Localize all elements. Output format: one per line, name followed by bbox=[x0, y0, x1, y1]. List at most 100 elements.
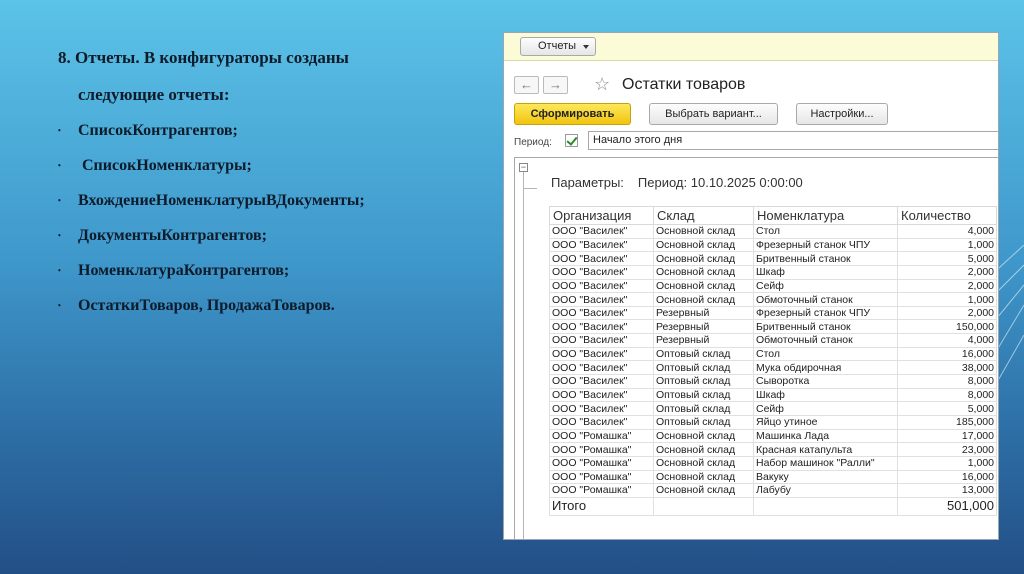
table-cell: Основной склад bbox=[653, 251, 754, 266]
list-item: ДокументыКонтрагентов; bbox=[58, 218, 478, 253]
table-body: ООО "Василек" Основной склад Стол 4,000 ООО … bbox=[549, 224, 997, 498]
table-row[interactable]: ООО "Ромашка" Основной склад Набор машинок… bbox=[549, 455, 997, 471]
table-cell: ООО "Василек" bbox=[549, 414, 654, 430]
table-cell bbox=[753, 496, 898, 516]
table-cell: 23,000 bbox=[897, 442, 997, 457]
table-row[interactable]: ООО "Василек" Основной склад Фрезерный ста… bbox=[549, 237, 997, 253]
table-cell: Фрезерный станок ЧПУ bbox=[753, 237, 898, 253]
table-cell: Вакуку bbox=[753, 469, 898, 485]
star-icon[interactable]: ☆ bbox=[594, 74, 610, 95]
table-cell: ООО "Василек" bbox=[549, 264, 654, 280]
report-area: − Параметры: Период: 10.10.2025 0:00:00 О… bbox=[514, 157, 998, 539]
generate-button[interactable]: Сформировать bbox=[514, 103, 631, 125]
table-cell: Красная катапульта bbox=[753, 442, 898, 457]
period-label: Период: bbox=[514, 137, 552, 148]
table-cell: ООО "Василек" bbox=[549, 401, 654, 416]
table-row[interactable]: ООО "Василек" Резервный Обмоточный станок 4… bbox=[549, 333, 997, 348]
report-window: Отчеты ← → ☆ Остатки товаров Сформироват… bbox=[503, 32, 999, 540]
table-cell: Основной склад bbox=[653, 483, 754, 498]
group-tick bbox=[523, 188, 537, 189]
table-row[interactable]: ООО "Василек" Основной склад Обмоточный ст… bbox=[549, 292, 997, 307]
table-cell: Резервный bbox=[653, 333, 754, 348]
table-cell: 5,000 bbox=[897, 401, 997, 416]
table-cell: 4,000 bbox=[897, 224, 997, 239]
table-cell: ООО "Василек" bbox=[549, 292, 654, 307]
table-row[interactable]: ООО "Ромашка" Основной склад Вакуку 16,000 bbox=[549, 469, 997, 485]
table-cell: Основной склад bbox=[653, 278, 754, 294]
table-row[interactable]: ООО "Василек" Резервный Фрезерный станок Ч… bbox=[549, 305, 997, 321]
table-row[interactable]: ООО "Василек" Основной склад Шкаф 2,000 bbox=[549, 264, 997, 280]
table-row[interactable]: ООО "Василек" Оптовый склад Мука обдирочна… bbox=[549, 360, 997, 376]
table-cell: Основной склад bbox=[653, 455, 754, 471]
table-row[interactable]: ООО "Ромашка" Основной склад Машинка Лада 1… bbox=[549, 428, 997, 444]
table-cell: 2,000 bbox=[897, 264, 997, 280]
report-parameters: Параметры: Период: 10.10.2025 0:00:00 bbox=[551, 175, 803, 190]
table-cell: Сейф bbox=[753, 278, 898, 294]
table-cell: 5,000 bbox=[897, 251, 997, 266]
table-cell: 8,000 bbox=[897, 374, 997, 389]
table-row[interactable]: ООО "Василек" Основной склад Стол 4,000 bbox=[549, 224, 997, 239]
table-cell: Стол bbox=[753, 224, 898, 239]
table-cell: ООО "Ромашка" bbox=[549, 442, 654, 457]
table-cell: Мука обдирочная bbox=[753, 360, 898, 376]
table-row[interactable]: ООО "Василек" Оптовый склад Сейф 5,000 bbox=[549, 401, 997, 416]
report-table: Организация Склад Номенклатура Количеств… bbox=[549, 206, 997, 516]
table-cell: Основной склад bbox=[653, 428, 754, 444]
table-cell: 2,000 bbox=[897, 278, 997, 294]
table-cell: Резервный bbox=[653, 305, 754, 321]
table-row[interactable]: ООО "Ромашка" Основной склад Красная катап… bbox=[549, 442, 997, 457]
table-row[interactable]: ООО "Василек" Оптовый склад Яйцо утиное 185… bbox=[549, 414, 997, 430]
table-row[interactable]: ООО "Василек" Основной склад Сейф 2,000 bbox=[549, 278, 997, 294]
top-bar: Отчеты bbox=[504, 33, 998, 61]
table-cell: 13,000 bbox=[897, 483, 997, 498]
table-cell bbox=[653, 496, 754, 516]
table-cell: 2,000 bbox=[897, 305, 997, 321]
caret-down-icon bbox=[583, 45, 589, 49]
table-cell: ООО "Василек" bbox=[549, 360, 654, 376]
table-cell: Основной склад bbox=[653, 469, 754, 485]
period-checkbox[interactable] bbox=[565, 134, 578, 147]
total-row: Итого 501,000 bbox=[549, 496, 997, 516]
reports-button-label: Отчеты bbox=[538, 40, 577, 52]
column-header: Количество bbox=[897, 206, 997, 225]
table-cell: Яйцо утиное bbox=[753, 414, 898, 430]
total-value: 501,000 bbox=[897, 496, 997, 516]
list-item: ВхождениеНоменклатурыВДокументы; bbox=[58, 183, 478, 218]
table-cell: Основной склад bbox=[653, 264, 754, 280]
table-cell: 16,000 bbox=[897, 346, 997, 362]
reports-menu-button[interactable]: Отчеты bbox=[520, 37, 596, 56]
table-cell: ООО "Ромашка" bbox=[549, 428, 654, 444]
table-cell: ООО "Василек" bbox=[549, 251, 654, 266]
table-cell: Основной склад bbox=[653, 292, 754, 307]
back-arrow-icon[interactable]: ← bbox=[514, 76, 539, 94]
table-cell: ООО "Ромашка" bbox=[549, 483, 654, 498]
table-cell: Фрезерный станок ЧПУ bbox=[753, 305, 898, 321]
table-cell: 16,000 bbox=[897, 469, 997, 485]
collapse-icon[interactable]: − bbox=[519, 163, 528, 172]
table-header: Организация Склад Номенклатура Количеств… bbox=[549, 206, 997, 225]
table-cell: Сейф bbox=[753, 401, 898, 416]
table-cell: Стол bbox=[753, 346, 898, 362]
table-cell: ООО "Ромашка" bbox=[549, 455, 654, 471]
table-row[interactable]: ООО "Василек" Оптовый склад Стол 16,000 bbox=[549, 346, 997, 362]
table-cell: Обмоточный станок bbox=[753, 292, 898, 307]
table-cell: Резервный bbox=[653, 319, 754, 335]
slide-text: 8. Отчеты. В конфигураторы созданы следу… bbox=[58, 48, 478, 323]
table-cell: Оптовый склад bbox=[653, 374, 754, 389]
table-row[interactable]: ООО "Василек" Резервный Бритвенный станок 1… bbox=[549, 319, 997, 335]
table-cell: ООО "Василек" bbox=[549, 278, 654, 294]
table-row[interactable]: ООО "Ромашка" Основной склад Лабубу 13,000 bbox=[549, 483, 997, 498]
table-row[interactable]: ООО "Василек" Оптовый склад Шкаф 8,000 bbox=[549, 387, 997, 403]
forward-arrow-icon[interactable]: → bbox=[543, 76, 568, 94]
table-cell: 17,000 bbox=[897, 428, 997, 444]
slide-subtitle: следующие отчеты: bbox=[78, 85, 230, 104]
table-cell: Основной склад bbox=[653, 237, 754, 253]
group-line bbox=[523, 172, 524, 539]
table-row[interactable]: ООО "Василек" Оптовый склад Сыворотка 8,000 bbox=[549, 374, 997, 389]
column-header: Номенклатура bbox=[753, 206, 898, 225]
period-field[interactable]: Начало этого дня bbox=[588, 131, 998, 150]
table-cell: Оптовый склад bbox=[653, 387, 754, 403]
settings-button[interactable]: Настройки... bbox=[796, 103, 888, 125]
choose-variant-button[interactable]: Выбрать вариант... bbox=[649, 103, 778, 125]
table-row[interactable]: ООО "Василек" Основной склад Бритвенный ст… bbox=[549, 251, 997, 266]
